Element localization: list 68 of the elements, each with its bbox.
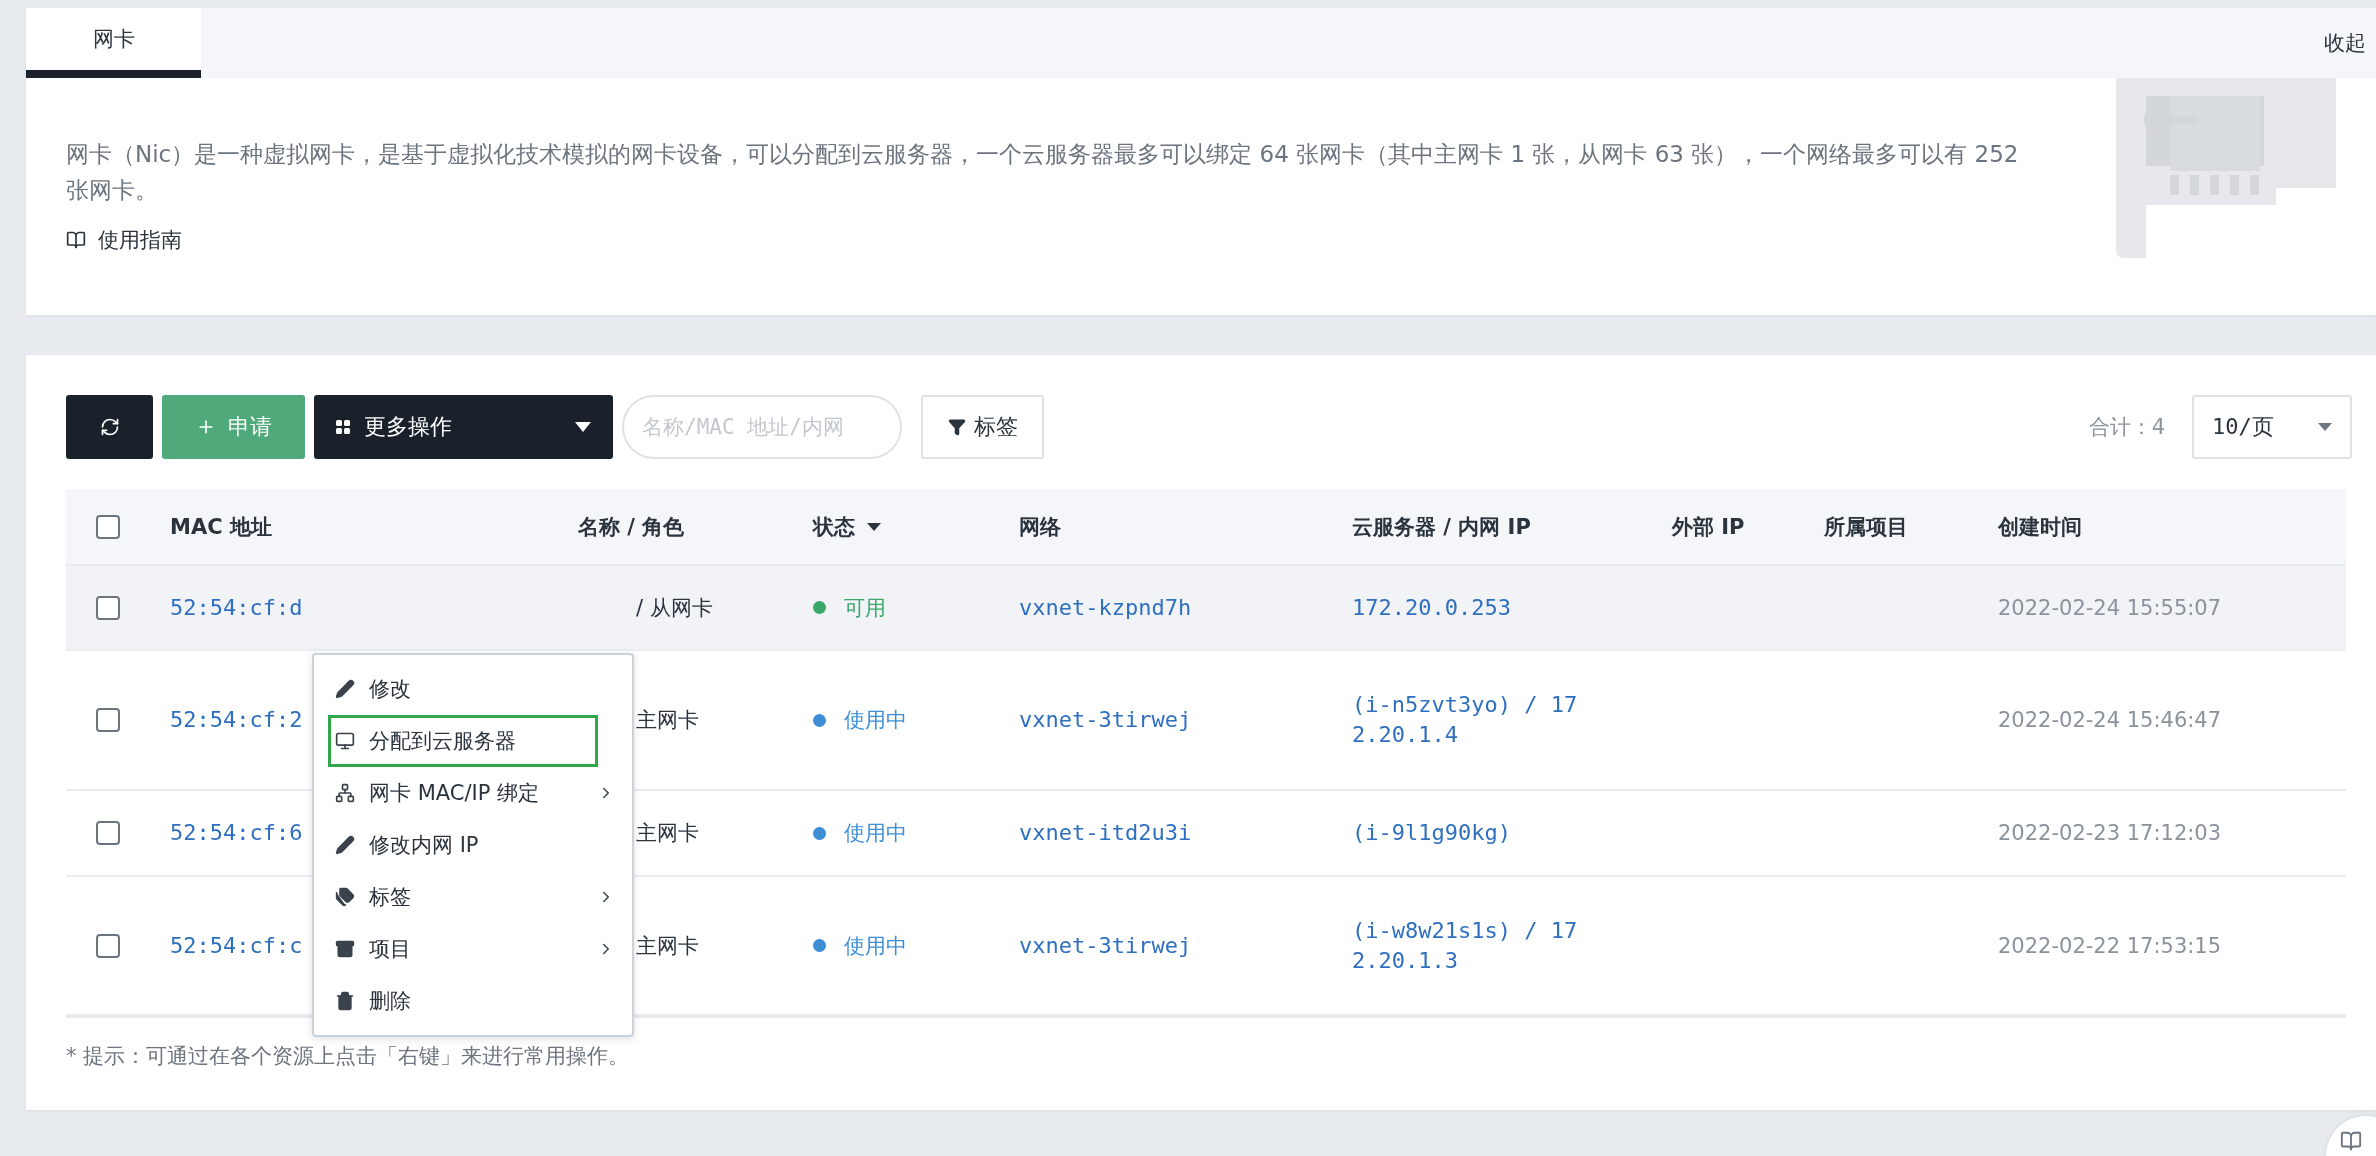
- server-link[interactable]: (i-n5zvt3yo) / 172.20.1.4: [1352, 690, 1580, 750]
- status-text: 使用中: [844, 707, 907, 734]
- name-role-text: 主网卡: [636, 821, 699, 845]
- book-icon: [2340, 1130, 2362, 1152]
- menu-item[interactable]: 修改内网 IP: [328, 819, 618, 871]
- tags-icon: [335, 887, 355, 907]
- column-header[interactable]: 状态: [813, 512, 1019, 541]
- menu-item[interactable]: 分配到云服务器: [328, 715, 598, 767]
- status-text: 使用中: [844, 932, 907, 960]
- caret-icon: [867, 522, 881, 531]
- mac-link[interactable]: 52:54:cf:c: [170, 932, 303, 958]
- total-count: 合计：4: [2088, 414, 2165, 441]
- created-time: 2022-02-24 15:46:47: [1998, 708, 2222, 732]
- tag-filter-button[interactable]: 标签: [921, 395, 1044, 459]
- grid-icon: [336, 420, 350, 434]
- name-role-text: 主网卡: [636, 708, 699, 732]
- page-size-select[interactable]: 10/页: [2192, 395, 2352, 459]
- network-link[interactable]: vxnet-3tirwej: [1019, 932, 1192, 958]
- hint-text: * 提示：可通过在各个资源上点击「右键」来进行常用操作。: [66, 1043, 631, 1070]
- column-header: 云服务器 / 内网 IP: [1352, 513, 1532, 541]
- guide-link[interactable]: 使用指南: [98, 226, 182, 254]
- network-link[interactable]: vxnet-itd2u3i: [1019, 820, 1192, 845]
- row-checkbox[interactable]: [96, 933, 120, 958]
- row-checkbox[interactable]: [96, 595, 120, 620]
- created-time: 2022-02-23 17:12:03: [1998, 821, 2222, 845]
- more-actions-dropdown[interactable]: 更多操作: [314, 395, 613, 459]
- name-role-text: / 从网卡: [636, 595, 713, 620]
- pencil-icon: [335, 835, 355, 855]
- filter-icon: [947, 418, 966, 436]
- menu-item[interactable]: 修改: [328, 663, 618, 715]
- server-link[interactable]: (i-w8w21s1s) / 172.20.1.3: [1352, 915, 1580, 976]
- column-header: 外部 IP: [1672, 513, 1746, 541]
- trash-icon: [335, 991, 355, 1011]
- mac-link[interactable]: 52:54:cf:6: [170, 820, 303, 845]
- row-checkbox[interactable]: [96, 821, 120, 845]
- caret-icon: [575, 422, 591, 432]
- refresh-icon: [99, 417, 120, 437]
- pencil-icon: [335, 679, 355, 699]
- refresh-button[interactable]: [66, 395, 153, 459]
- mac-link[interactable]: 52:54:cf:2: [170, 707, 303, 732]
- select-all-checkbox[interactable]: [96, 514, 120, 539]
- column-header: 网络: [1019, 513, 1062, 541]
- archive-icon: [335, 939, 355, 959]
- caret-icon: [2318, 423, 2332, 431]
- server-link[interactable]: 172.20.0.253: [1352, 592, 1580, 623]
- column-header: 名称 / 角色: [578, 513, 686, 541]
- network-icon: [335, 783, 355, 803]
- network-link[interactable]: vxnet-kzpnd7h: [1019, 594, 1192, 620]
- tab[interactable]: 网卡: [26, 8, 201, 78]
- status-text: 使用中: [844, 820, 907, 847]
- column-header: 创建时间: [1998, 513, 2083, 541]
- status-text: 可用: [844, 594, 886, 622]
- menu-item[interactable]: 项目: [328, 923, 618, 975]
- book-icon: [66, 230, 86, 250]
- column-header: MAC 地址: [170, 513, 273, 541]
- column-header: 所属项目: [1824, 513, 1909, 541]
- created-time: 2022-02-22 17:53:15: [1998, 933, 2222, 958]
- collapse-button[interactable]: 收起: [2314, 8, 2376, 78]
- row-checkbox[interactable]: [96, 708, 120, 732]
- description-text: 网卡（Nic）是一种虚拟网卡，是基于虚拟化技术模拟的网卡设备，可以分配到云服务器，一个云服务器最多可以绑定 64 张网卡（其中主网卡 1 张，从网卡 63 张），一个网络最多可以有 252 张网卡。: [66, 140, 2020, 205]
- search-field[interactable]: 名称/MAC 地址/内网: [622, 395, 902, 459]
- created-time: 2022-02-24 15:55:07: [1998, 595, 2222, 620]
- network-link[interactable]: vxnet-3tirwej: [1019, 707, 1192, 732]
- table-row[interactable]: 52:54:cf:d / 从网卡 可用 vxnet-kzpnd7h 172.20.0.253 2022-02-24 15:55:07: [66, 566, 2346, 651]
- name-role-text: 主网卡: [636, 933, 699, 958]
- monitor-icon: [335, 731, 355, 751]
- server-link[interactable]: (i-9l1g90kg): [1352, 818, 1580, 848]
- mac-link[interactable]: 52:54:cf:d: [170, 594, 303, 620]
